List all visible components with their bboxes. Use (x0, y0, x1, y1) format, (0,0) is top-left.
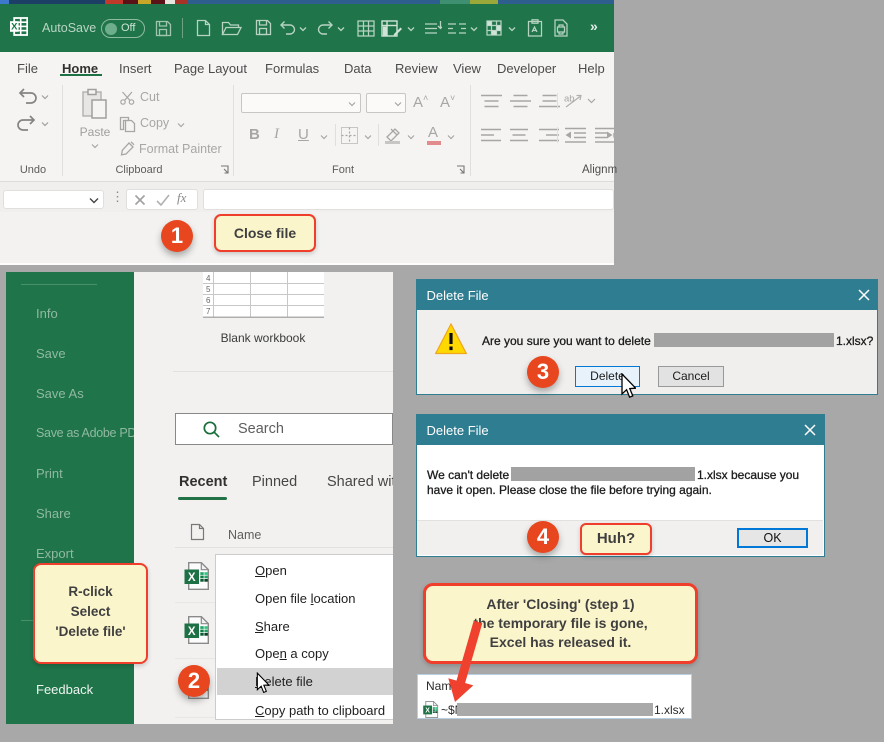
svg-text:X: X (11, 22, 18, 33)
svg-text:7: 7 (206, 307, 211, 316)
svg-text:6: 6 (206, 296, 211, 305)
svg-text:5: 5 (206, 285, 211, 294)
svg-text:4: 4 (206, 274, 211, 283)
svg-text:ab: ab (564, 94, 575, 105)
